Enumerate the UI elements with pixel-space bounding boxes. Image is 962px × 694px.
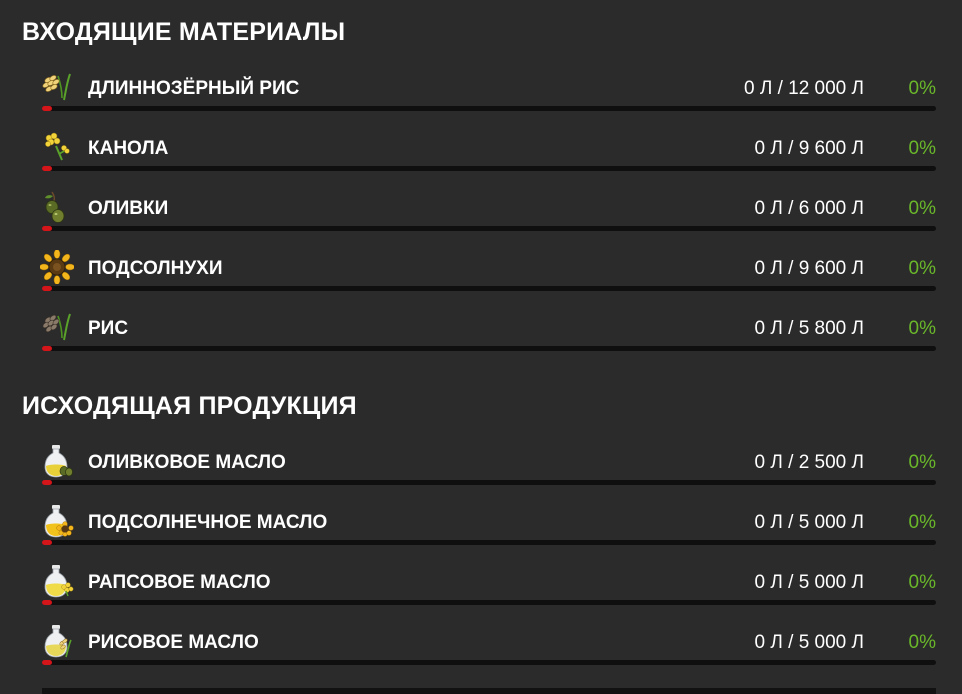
item-percent: 0% bbox=[908, 632, 936, 653]
item-amount: 0 Л / 5 000 Л bbox=[754, 512, 864, 533]
item-amount: 0 Л / 5 800 Л bbox=[754, 318, 864, 339]
fill-level-bar bbox=[42, 166, 936, 171]
input-item-olives: ОЛИВКИ 0 Л / 6 000 Л 0% bbox=[0, 190, 962, 250]
fill-level-bar bbox=[42, 286, 936, 291]
item-percent: 0% bbox=[908, 258, 936, 279]
fill-level-indicator bbox=[42, 226, 52, 231]
fill-level-bar bbox=[42, 106, 936, 111]
fill-level-bar bbox=[42, 660, 936, 665]
output-products-title: ИСХОДЯЩАЯ ПРОДУКЦИЯ bbox=[22, 392, 357, 420]
canola-oil-icon bbox=[40, 564, 74, 598]
item-name: ПОДСОЛНУХИ bbox=[88, 258, 223, 279]
output-item-rice-oil: РИСОВОЕ МАСЛО 0 Л / 5 000 Л 0% bbox=[0, 624, 962, 684]
fill-level-indicator bbox=[42, 600, 52, 605]
olives-icon bbox=[40, 190, 74, 224]
item-name: ОЛИВКИ bbox=[88, 198, 169, 219]
fill-level-indicator bbox=[42, 660, 52, 665]
item-percent: 0% bbox=[908, 78, 936, 99]
item-amount: 0 Л / 5 000 Л bbox=[754, 632, 864, 653]
fill-level-bar bbox=[42, 600, 936, 605]
input-item-long-grain-rice: ДЛИННОЗЁРНЫЙ РИС 0 Л / 12 000 Л 0% bbox=[0, 70, 962, 130]
sunflower-oil-icon bbox=[40, 504, 74, 538]
item-name: ПОДСОЛНЕЧНОЕ МАСЛО bbox=[88, 512, 328, 533]
bottom-divider bbox=[42, 688, 936, 694]
sunflower-icon bbox=[40, 250, 74, 284]
item-amount: 0 Л / 9 600 Л bbox=[754, 138, 864, 159]
output-item-canola-oil: РАПСОВОЕ МАСЛО 0 Л / 5 000 Л 0% bbox=[0, 564, 962, 624]
item-amount: 0 Л / 12 000 Л bbox=[743, 78, 864, 99]
output-item-sunflower-oil: ПОДСОЛНЕЧНОЕ МАСЛО 0 Л / 5 000 Л 0% bbox=[0, 504, 962, 564]
olive-oil-icon bbox=[40, 444, 74, 478]
rice-oil-icon bbox=[40, 624, 74, 658]
input-item-canola: КАНОЛА 0 Л / 9 600 Л 0% bbox=[0, 130, 962, 190]
fill-level-bar bbox=[42, 226, 936, 231]
item-amount: 0 Л / 6 000 Л bbox=[754, 198, 864, 219]
fill-level-indicator bbox=[42, 346, 52, 351]
item-amount: 0 Л / 2 500 Л bbox=[754, 452, 864, 473]
item-amount: 0 Л / 9 600 Л bbox=[754, 258, 864, 279]
fill-level-indicator bbox=[42, 286, 52, 291]
fill-level-bar bbox=[42, 540, 936, 545]
item-percent: 0% bbox=[908, 452, 936, 473]
long-grain-rice-icon bbox=[40, 70, 74, 104]
item-name: ОЛИВКОВОЕ МАСЛО bbox=[88, 452, 286, 473]
item-name: КАНОЛА bbox=[88, 138, 169, 159]
input-item-sunflowers: ПОДСОЛНУХИ 0 Л / 9 600 Л 0% bbox=[0, 250, 962, 310]
item-name: ДЛИННОЗЁРНЫЙ РИС bbox=[88, 78, 300, 99]
canola-icon bbox=[40, 130, 74, 164]
fill-level-indicator bbox=[42, 106, 52, 111]
item-name: РИС bbox=[88, 318, 129, 339]
item-percent: 0% bbox=[908, 318, 936, 339]
fill-level-indicator bbox=[42, 166, 52, 171]
item-percent: 0% bbox=[908, 198, 936, 219]
fill-level-bar bbox=[42, 480, 936, 485]
fill-level-bar bbox=[42, 346, 936, 351]
item-name: РАПСОВОЕ МАСЛО bbox=[88, 572, 271, 593]
output-item-olive-oil: ОЛИВКОВОЕ МАСЛО 0 Л / 2 500 Л 0% bbox=[0, 444, 962, 504]
item-amount: 0 Л / 5 000 Л bbox=[754, 572, 864, 593]
item-percent: 0% bbox=[908, 138, 936, 159]
item-percent: 0% bbox=[908, 512, 936, 533]
item-percent: 0% bbox=[908, 572, 936, 593]
input-materials-title: ВХОДЯЩИЕ МАТЕРИАЛЫ bbox=[22, 18, 346, 46]
input-item-rice: РИС 0 Л / 5 800 Л 0% bbox=[0, 310, 962, 370]
fill-level-indicator bbox=[42, 480, 52, 485]
rice-icon bbox=[40, 310, 74, 344]
item-name: РИСОВОЕ МАСЛО bbox=[88, 632, 259, 653]
fill-level-indicator bbox=[42, 540, 52, 545]
